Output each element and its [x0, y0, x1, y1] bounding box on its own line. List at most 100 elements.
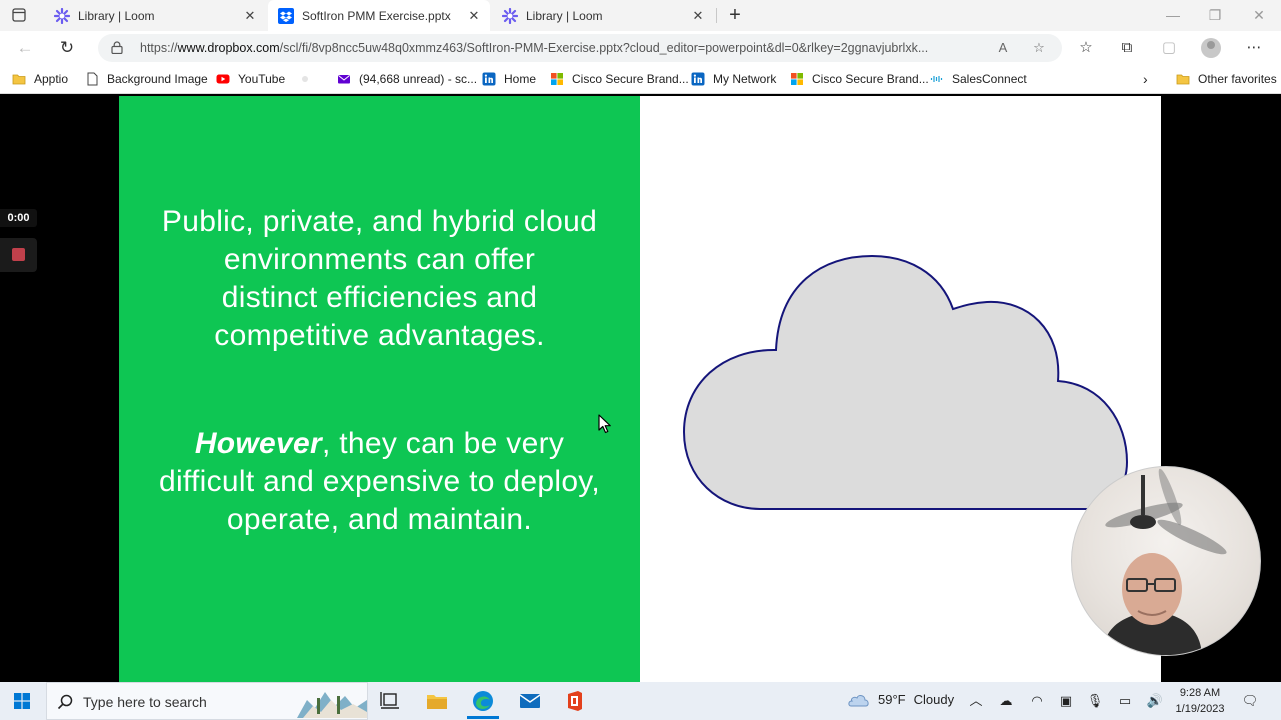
search-placeholder: Type here to search [83, 694, 207, 710]
taskbar-search-box[interactable]: Type here to search [46, 682, 368, 720]
minimize-button[interactable]: — [1158, 4, 1188, 26]
bookmark-label: Background Image [107, 72, 208, 86]
mail-icon[interactable] [518, 689, 542, 713]
slide-line: However, they can be very [119, 425, 640, 463]
address-bar[interactable]: https://www.dropbox.com/scl/fi/8vp8ncc5u… [98, 34, 1062, 62]
windows-taskbar: Type here to search 59°F Cloudy ︿ ☁ ◠ ▣ … [0, 682, 1281, 720]
back-button[interactable]: ← [14, 37, 36, 59]
restore-button[interactable]: ❐ [1200, 4, 1230, 26]
dropbox-icon [278, 7, 294, 24]
webcam-bubble[interactable] [1071, 466, 1261, 656]
system-clock[interactable]: 9:28 AM 1/19/2023 [1168, 685, 1232, 717]
presentation-viewer: Public, private, and hybrid cloud enviro… [0, 96, 1281, 682]
microphone-icon[interactable]: 🎙 [1086, 692, 1104, 710]
file-explorer-icon[interactable] [425, 689, 449, 713]
tab-actions-icon[interactable] [12, 8, 26, 22]
slide-line-rest: , they can be very [321, 427, 565, 460]
bookmark-cisco-secure-1[interactable]: Cisco Secure Brand... [550, 71, 689, 87]
folder-icon [12, 74, 26, 85]
close-window-button[interactable]: ✕ [1244, 4, 1274, 26]
tab-title: Library | Loom [526, 8, 603, 23]
bookmark-label: (94,668 unread) - sc... [359, 72, 478, 86]
bookmark-yahoo-mail[interactable]: (94,668 unread) - sc... [337, 71, 477, 87]
bookmark-other-favorites[interactable]: Other favorites [1176, 71, 1277, 87]
slide-emphasis: However [194, 427, 322, 460]
bookmark-label: Home [504, 72, 537, 86]
network-icon[interactable]: ◠ [1028, 692, 1046, 710]
tab-close-icon[interactable]: ✕ [688, 8, 708, 24]
yahoo-mail-icon [338, 75, 350, 84]
show-hidden-icons-chevron-icon[interactable]: ︿ [967, 692, 985, 710]
collections-icon[interactable]: ⧉ [1116, 37, 1138, 59]
tab-loom-library-1[interactable]: Library | Loom ✕ [44, 0, 266, 31]
cloud-weather-icon [848, 695, 869, 707]
battery-icon[interactable]: ▭ [1116, 692, 1134, 710]
weather-temperature: 59°F [878, 691, 906, 707]
tab-softiron-pptx[interactable]: SoftIron PMM Exercise.pptx ✕ [268, 0, 490, 31]
add-favorite-icon[interactable]: ☆ [1030, 39, 1048, 57]
refresh-button[interactable]: ↻ [56, 37, 78, 59]
bookmark-salesconnect[interactable]: SalesConnect [930, 71, 1027, 87]
bookmark-cisco-secure-2[interactable]: Cisco Secure Brand... [790, 71, 929, 87]
microsoft-icon [551, 73, 563, 85]
bookmark-youtube[interactable]: YouTube [216, 71, 285, 87]
favorites-icon[interactable]: ☆ [1075, 37, 1097, 59]
slide-paragraph-1: Public, private, and hybrid cloud enviro… [119, 203, 640, 355]
bookmark-label: Cisco Secure Brand... [572, 72, 689, 86]
loom-recording-timer: 0:00 [0, 209, 37, 227]
page-icon [87, 72, 98, 86]
slide-line: difficult and expensive to deploy, [158, 465, 601, 498]
bookmark-label: Apptio [34, 72, 69, 86]
webcam-presenter-image [1102, 468, 1227, 655]
slide-line: competitive advantages. [214, 319, 545, 352]
loom-stop-button[interactable] [0, 238, 37, 272]
bookmark-apptio[interactable]: Apptio [12, 71, 68, 87]
bookmarks-bar: Apptio Background Image YouTube (94,668 … [0, 65, 1281, 94]
tab-close-icon[interactable]: ✕ [240, 8, 260, 24]
windows-start-icon[interactable] [14, 693, 30, 709]
extension-icon[interactable]: ▢ [1158, 37, 1180, 59]
slide-line: Public, private, and hybrid cloud [161, 205, 598, 238]
slide-text-panel: Public, private, and hybrid cloud enviro… [119, 96, 640, 682]
bookmark-linkedin-home[interactable]: Home [482, 71, 536, 87]
new-tab-button[interactable]: + [724, 4, 746, 26]
settings-menu-icon[interactable]: ⋯ [1243, 37, 1265, 59]
search-highlight-image [297, 692, 367, 718]
folder-icon [1176, 74, 1190, 85]
notifications-icon[interactable]: 🗨 [1241, 692, 1259, 710]
loom-icon [502, 7, 518, 24]
url-path: /scl/fi/8vp8ncc5uw48q0xmmz463/SoftIron-P… [279, 41, 929, 55]
tab-title: Library | Loom [78, 8, 155, 23]
edge-browser-icon[interactable] [471, 689, 495, 713]
office-icon[interactable] [563, 689, 587, 713]
linkedin-icon [482, 72, 496, 86]
weather-widget[interactable]: 59°F Cloudy [846, 691, 954, 707]
onedrive-icon[interactable]: ☁ [997, 692, 1015, 710]
url-domain: www.dropbox.com [177, 41, 280, 55]
slide-paragraph-2: However, they can be very difficult and … [119, 425, 640, 539]
weather-description: Cloudy [913, 691, 955, 707]
address-toolbar: ← ↻ https://www.dropbox.com/scl/fi/8vp8n… [0, 31, 1281, 65]
profile-avatar[interactable] [1201, 38, 1221, 58]
search-icon [57, 694, 73, 710]
cloud-shape [682, 254, 1129, 510]
slide-line: operate, and maintain. [226, 503, 533, 536]
tab-loom-library-2[interactable]: Library | Loom ✕ [492, 0, 714, 31]
tab-close-icon[interactable]: ✕ [464, 8, 484, 24]
read-aloud-icon[interactable]: A [994, 39, 1012, 57]
task-view-icon[interactable] [378, 689, 402, 713]
bookmark-my-network[interactable]: My Network [691, 71, 776, 87]
url-text[interactable]: https://www.dropbox.com/scl/fi/8vp8ncc5u… [140, 41, 928, 55]
volume-icon[interactable]: 🔊 [1146, 692, 1164, 710]
youtube-icon [216, 74, 230, 84]
cisco-icon [930, 76, 943, 82]
camera-privacy-icon[interactable]: ▣ [1057, 692, 1075, 710]
bookmark-background-image[interactable]: Background Image [85, 71, 208, 87]
bookmark-label: YouTube [238, 72, 286, 86]
bookmark-blank[interactable] [298, 71, 320, 87]
tab-title: SoftIron PMM Exercise.pptx [302, 8, 451, 23]
clock-time: 9:28 AM [1179, 687, 1221, 699]
lock-icon [111, 41, 123, 54]
clock-date: 1/19/2023 [1175, 703, 1225, 715]
bookmarks-overflow-chevron-icon[interactable]: › [1143, 71, 1148, 87]
